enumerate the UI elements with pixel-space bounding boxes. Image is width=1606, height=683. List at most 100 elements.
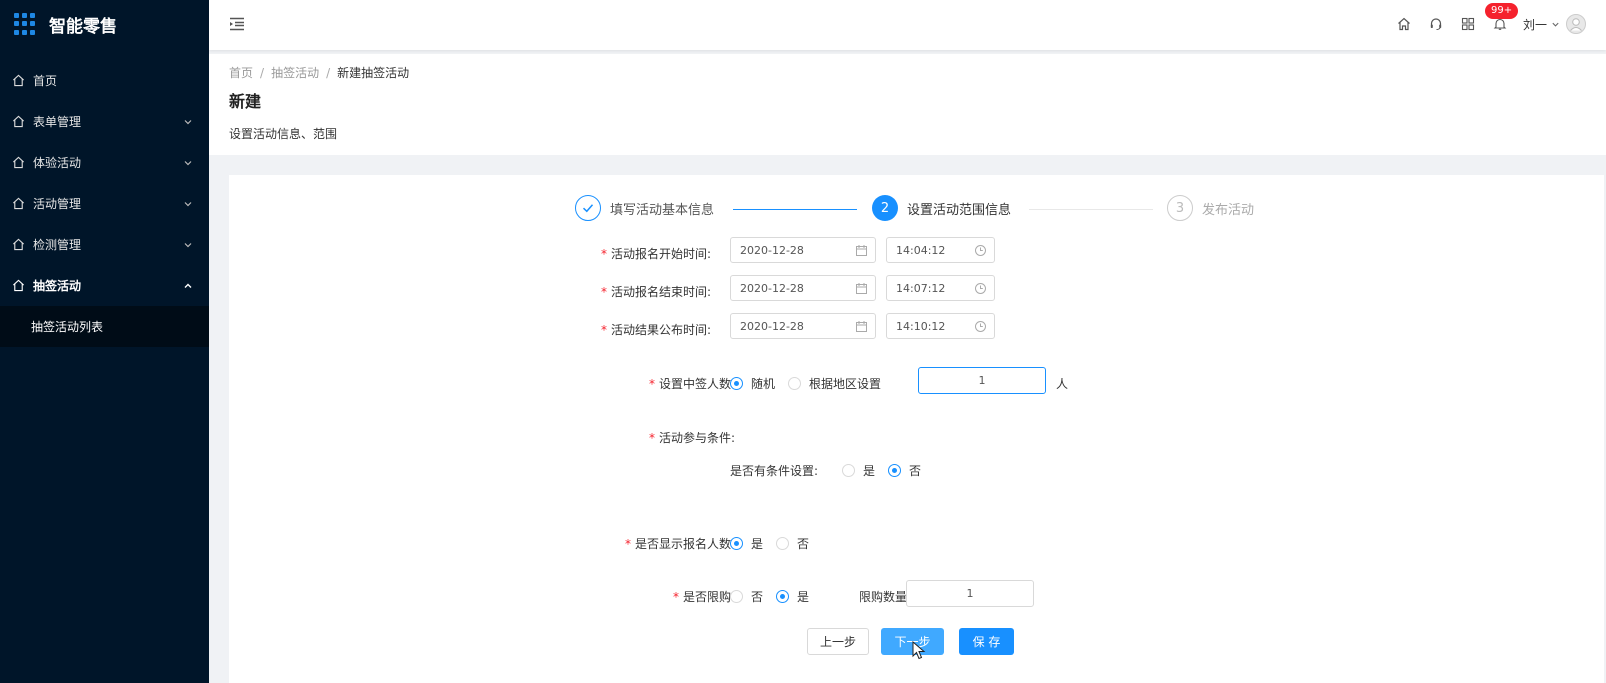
prev-step-button[interactable]: 上一步	[807, 628, 869, 655]
sidebar-item-label: 体验活动	[33, 156, 82, 170]
result-publish-date-input[interactable]: 2020-12-28	[730, 313, 876, 339]
calendar-icon	[856, 245, 867, 256]
sidebar-item-label: 首页	[33, 74, 58, 88]
result-publish-label: * 活动结果公布时间:	[600, 323, 711, 337]
breadcrumb-home[interactable]: 首页	[229, 66, 253, 80]
show-count-no-radio[interactable]: 否	[776, 535, 809, 552]
limit-label: * 是否限购:	[672, 590, 735, 604]
home-icon	[13, 279, 24, 292]
step-2: 2 设置活动范围信息	[872, 195, 1011, 221]
calendar-icon	[856, 321, 867, 332]
sidebar-item-lottery-list[interactable]: 抽签活动列表	[0, 306, 209, 347]
apps-logo-icon	[14, 13, 36, 35]
limit-yes-radio[interactable]: 是	[776, 588, 809, 605]
signup-start-date-input[interactable]: 2020-12-28	[730, 237, 876, 263]
radio-checked	[730, 377, 743, 390]
top-header: 99+ 刘一	[209, 0, 1606, 50]
notification-badge: 99+	[1484, 3, 1519, 19]
page-description: 设置活动信息、范围	[229, 127, 338, 141]
conditions-sub-label: 是否有条件设置:	[730, 464, 819, 478]
sidebar-item-activities[interactable]: 活动管理	[0, 183, 209, 224]
menu-fold-icon[interactable]	[229, 17, 245, 31]
limit-qty-input[interactable]: 1	[906, 580, 1034, 607]
limit-qty-label: 限购数量:	[859, 590, 912, 604]
result-publish-time-input[interactable]: 14:10:12	[886, 313, 995, 339]
radio-checked	[776, 590, 789, 603]
sidebar-item-label: 活动管理	[33, 197, 82, 211]
logo[interactable]: 智能零售	[0, 0, 209, 48]
home-icon	[13, 74, 24, 87]
show-count-yes-radio[interactable]: 是	[730, 535, 763, 552]
sidebar-item-label: 表单管理	[33, 115, 82, 129]
winners-count-input[interactable]: 1	[918, 367, 1046, 394]
step-label: 填写活动基本信息	[610, 202, 715, 218]
step-connector	[1029, 209, 1153, 210]
breadcrumb-current: 新建抽签活动	[337, 66, 410, 80]
chevron-down-icon	[184, 201, 192, 206]
home-icon	[13, 238, 24, 251]
app-title: 智能零售	[49, 16, 117, 37]
step-number: 2	[872, 195, 898, 221]
step-label: 设置活动范围信息	[907, 202, 1012, 218]
chevron-down-icon	[184, 160, 192, 165]
sidebar-item-lottery[interactable]: 抽签活动	[0, 265, 209, 306]
step-connector	[733, 209, 857, 210]
radio-unchecked	[788, 377, 801, 390]
winners-unit: 人	[1056, 377, 1069, 391]
clock-icon	[975, 321, 986, 332]
signup-end-date-input[interactable]: 2020-12-28	[730, 275, 876, 301]
signup-end-time-input[interactable]: 14:07:12	[886, 275, 995, 301]
chevron-up-icon	[184, 283, 192, 288]
mouse-cursor-icon	[912, 641, 926, 660]
winners-by-region-radio[interactable]: 根据地区设置	[788, 375, 881, 392]
sidebar-item-forms[interactable]: 表单管理	[0, 101, 209, 142]
sidebar-item-label: 抽签活动	[33, 279, 82, 293]
header-actions: 99+ 刘一	[1379, 0, 1586, 48]
calendar-icon	[856, 283, 867, 294]
sidebar-item-inspection[interactable]: 检测管理	[0, 224, 209, 265]
check-icon	[575, 195, 601, 221]
step-3: 3 发布活动	[1167, 195, 1254, 221]
page-title: 新建	[229, 92, 262, 111]
radio-checked	[730, 537, 743, 550]
radio-unchecked	[776, 537, 789, 550]
home-icon	[13, 156, 24, 169]
signup-end-label: * 活动报名结束时间:	[600, 285, 711, 299]
chevron-down-icon	[184, 242, 192, 247]
grid-icon[interactable]	[1461, 17, 1475, 31]
page-header: 首页 / 抽签活动 / 新建抽签活动 新建 设置活动信息、范围	[209, 54, 1606, 155]
save-button[interactable]: 保 存	[959, 628, 1014, 655]
step-label: 发布活动	[1202, 202, 1255, 218]
winners-label: * 设置中签人数:	[648, 377, 735, 391]
clock-icon	[975, 283, 986, 294]
radio-unchecked	[730, 590, 743, 603]
signup-start-time-input[interactable]: 14:04:12	[886, 237, 995, 263]
conditions-no-radio[interactable]: 否	[888, 462, 921, 479]
step-number: 3	[1167, 195, 1193, 221]
breadcrumb-lottery[interactable]: 抽签活动	[271, 66, 319, 80]
form-card: 填写活动基本信息 2 设置活动范围信息 3 发布活动 * 活动报名开始时间: 20…	[229, 175, 1604, 683]
show-count-label: * 是否显示报名人数:	[624, 537, 735, 551]
step-1: 填写活动基本信息	[575, 195, 714, 221]
conditions-yes-radio[interactable]: 是	[842, 462, 875, 479]
sidebar-item-label: 检测管理	[33, 238, 82, 252]
sidebar: 智能零售 首页 表单管理 体验活动 活动管理 检测管理 抽签活动 抽签活动列表	[0, 0, 209, 683]
signup-start-label: * 活动报名开始时间:	[600, 247, 711, 261]
headset-icon[interactable]	[1429, 17, 1443, 31]
conditions-label: * 活动参与条件:	[648, 431, 735, 445]
radio-unchecked	[842, 464, 855, 477]
limit-no-radio[interactable]: 否	[730, 588, 763, 605]
sidebar-submenu-lottery: 抽签活动列表	[0, 306, 209, 347]
breadcrumb: 首页 / 抽签活动 / 新建抽签活动	[229, 66, 410, 80]
chevron-down-icon[interactable]	[1551, 20, 1560, 29]
sidebar-item-experience[interactable]: 体验活动	[0, 142, 209, 183]
notifications[interactable]: 99+	[1484, 3, 1519, 31]
winners-random-radio[interactable]: 随机	[730, 375, 775, 392]
sidebar-item-home[interactable]: 首页	[0, 60, 209, 101]
avatar[interactable]	[1566, 14, 1586, 34]
home-icon[interactable]	[1397, 17, 1411, 31]
radio-checked	[888, 464, 901, 477]
home-icon	[13, 115, 24, 128]
clock-icon	[975, 245, 986, 256]
user-name[interactable]: 刘一	[1523, 16, 1547, 33]
